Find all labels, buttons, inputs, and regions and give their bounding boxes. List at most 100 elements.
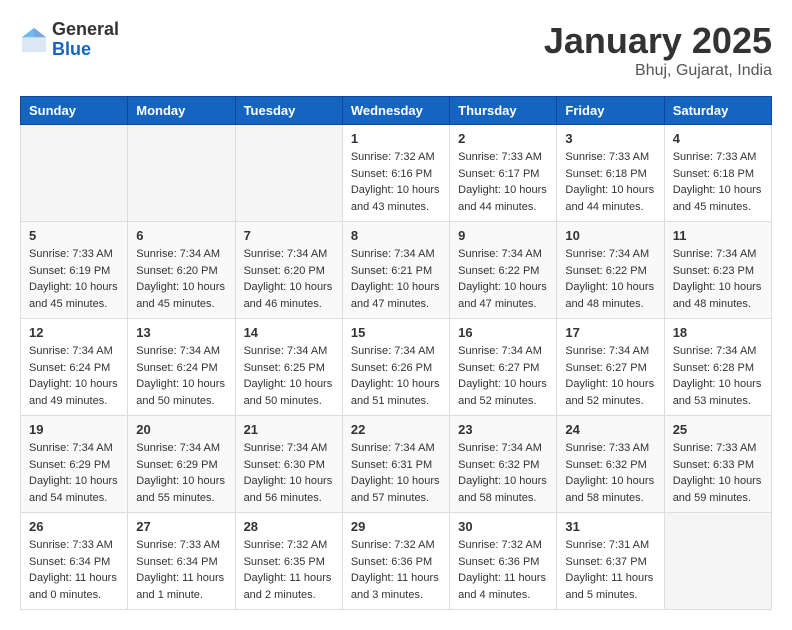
sunrise-text: Sunrise: 7:34 AM: [351, 442, 435, 454]
sunrise-text: Sunrise: 7:32 AM: [351, 151, 435, 163]
calendar-cell: 4 Sunrise: 7:33 AM Sunset: 6:18 PM Dayli…: [664, 125, 771, 222]
day-number: 23: [458, 422, 548, 437]
daylight-text: Daylight: 10 hours and 47 minutes.: [351, 281, 440, 310]
sunset-text: Sunset: 6:19 PM: [29, 265, 110, 277]
day-number: 8: [351, 228, 441, 243]
sunrise-text: Sunrise: 7:33 AM: [565, 151, 649, 163]
sunrise-text: Sunrise: 7:34 AM: [136, 345, 220, 357]
sunrise-text: Sunrise: 7:34 AM: [136, 248, 220, 260]
sunrise-text: Sunrise: 7:33 AM: [458, 151, 542, 163]
sunset-text: Sunset: 6:18 PM: [565, 168, 646, 180]
sunset-text: Sunset: 6:24 PM: [29, 362, 110, 374]
sunrise-text: Sunrise: 7:34 AM: [458, 248, 542, 260]
calendar-cell: 22 Sunrise: 7:34 AM Sunset: 6:31 PM Dayl…: [342, 416, 449, 513]
sunrise-text: Sunrise: 7:33 AM: [29, 248, 113, 260]
daylight-text: Daylight: 10 hours and 50 minutes.: [136, 378, 225, 407]
weekday-header-wednesday: Wednesday: [342, 97, 449, 125]
calendar-cell: 19 Sunrise: 7:34 AM Sunset: 6:29 PM Dayl…: [21, 416, 128, 513]
day-number: 17: [565, 325, 655, 340]
day-number: 3: [565, 131, 655, 146]
sunset-text: Sunset: 6:18 PM: [673, 168, 754, 180]
daylight-text: Daylight: 11 hours and 2 minutes.: [244, 572, 332, 601]
daylight-text: Daylight: 10 hours and 45 minutes.: [136, 281, 225, 310]
sunrise-text: Sunrise: 7:34 AM: [565, 248, 649, 260]
calendar-cell: 15 Sunrise: 7:34 AM Sunset: 6:26 PM Dayl…: [342, 319, 449, 416]
sunrise-text: Sunrise: 7:34 AM: [673, 248, 757, 260]
calendar-cell: 29 Sunrise: 7:32 AM Sunset: 6:36 PM Dayl…: [342, 513, 449, 610]
day-info: Sunrise: 7:31 AM Sunset: 6:37 PM Dayligh…: [565, 537, 655, 603]
calendar-cell: 8 Sunrise: 7:34 AM Sunset: 6:21 PM Dayli…: [342, 222, 449, 319]
sunset-text: Sunset: 6:27 PM: [565, 362, 646, 374]
day-info: Sunrise: 7:34 AM Sunset: 6:24 PM Dayligh…: [136, 343, 226, 409]
day-number: 18: [673, 325, 763, 340]
sunrise-text: Sunrise: 7:33 AM: [136, 539, 220, 551]
calendar-cell: 25 Sunrise: 7:33 AM Sunset: 6:33 PM Dayl…: [664, 416, 771, 513]
sunset-text: Sunset: 6:27 PM: [458, 362, 539, 374]
daylight-text: Daylight: 10 hours and 45 minutes.: [29, 281, 118, 310]
logo-blue-text: Blue: [52, 40, 119, 60]
sunrise-text: Sunrise: 7:33 AM: [29, 539, 113, 551]
day-number: 25: [673, 422, 763, 437]
sunset-text: Sunset: 6:25 PM: [244, 362, 325, 374]
day-number: 29: [351, 519, 441, 534]
calendar-week-row: 1 Sunrise: 7:32 AM Sunset: 6:16 PM Dayli…: [21, 125, 772, 222]
sunrise-text: Sunrise: 7:31 AM: [565, 539, 649, 551]
calendar-cell: [664, 513, 771, 610]
daylight-text: Daylight: 10 hours and 44 minutes.: [458, 184, 547, 213]
calendar-cell: 13 Sunrise: 7:34 AM Sunset: 6:24 PM Dayl…: [128, 319, 235, 416]
day-info: Sunrise: 7:34 AM Sunset: 6:25 PM Dayligh…: [244, 343, 334, 409]
sunrise-text: Sunrise: 7:34 AM: [244, 248, 328, 260]
day-info: Sunrise: 7:34 AM Sunset: 6:31 PM Dayligh…: [351, 440, 441, 506]
calendar-cell: 12 Sunrise: 7:34 AM Sunset: 6:24 PM Dayl…: [21, 319, 128, 416]
day-number: 15: [351, 325, 441, 340]
weekday-header-friday: Friday: [557, 97, 664, 125]
sunrise-text: Sunrise: 7:34 AM: [458, 345, 542, 357]
sunset-text: Sunset: 6:30 PM: [244, 459, 325, 471]
day-info: Sunrise: 7:34 AM Sunset: 6:29 PM Dayligh…: [29, 440, 119, 506]
sunrise-text: Sunrise: 7:34 AM: [244, 345, 328, 357]
sunrise-text: Sunrise: 7:34 AM: [244, 442, 328, 454]
day-number: 27: [136, 519, 226, 534]
day-info: Sunrise: 7:34 AM Sunset: 6:27 PM Dayligh…: [458, 343, 548, 409]
daylight-text: Daylight: 10 hours and 52 minutes.: [458, 378, 547, 407]
calendar-cell: 10 Sunrise: 7:34 AM Sunset: 6:22 PM Dayl…: [557, 222, 664, 319]
sunrise-text: Sunrise: 7:34 AM: [351, 345, 435, 357]
month-title: January 2025: [544, 20, 772, 62]
day-info: Sunrise: 7:32 AM Sunset: 6:35 PM Dayligh…: [244, 537, 334, 603]
day-info: Sunrise: 7:33 AM Sunset: 6:34 PM Dayligh…: [136, 537, 226, 603]
logo-icon: [20, 26, 48, 54]
sunset-text: Sunset: 6:29 PM: [29, 459, 110, 471]
day-info: Sunrise: 7:32 AM Sunset: 6:36 PM Dayligh…: [351, 537, 441, 603]
day-number: 2: [458, 131, 548, 146]
weekday-header-thursday: Thursday: [450, 97, 557, 125]
calendar-table: SundayMondayTuesdayWednesdayThursdayFrid…: [20, 96, 772, 610]
day-number: 6: [136, 228, 226, 243]
day-info: Sunrise: 7:34 AM Sunset: 6:26 PM Dayligh…: [351, 343, 441, 409]
calendar-cell: 24 Sunrise: 7:33 AM Sunset: 6:32 PM Dayl…: [557, 416, 664, 513]
day-number: 16: [458, 325, 548, 340]
calendar-cell: 23 Sunrise: 7:34 AM Sunset: 6:32 PM Dayl…: [450, 416, 557, 513]
sunrise-text: Sunrise: 7:32 AM: [244, 539, 328, 551]
weekday-header-monday: Monday: [128, 97, 235, 125]
daylight-text: Daylight: 11 hours and 1 minute.: [136, 572, 224, 601]
day-number: 4: [673, 131, 763, 146]
sunset-text: Sunset: 6:34 PM: [29, 556, 110, 568]
daylight-text: Daylight: 10 hours and 56 minutes.: [244, 475, 333, 504]
day-number: 28: [244, 519, 334, 534]
logo-general-text: General: [52, 20, 119, 40]
daylight-text: Daylight: 10 hours and 59 minutes.: [673, 475, 762, 504]
daylight-text: Daylight: 10 hours and 49 minutes.: [29, 378, 118, 407]
daylight-text: Daylight: 10 hours and 50 minutes.: [244, 378, 333, 407]
calendar-cell: 9 Sunrise: 7:34 AM Sunset: 6:22 PM Dayli…: [450, 222, 557, 319]
sunset-text: Sunset: 6:28 PM: [673, 362, 754, 374]
calendar-cell: 17 Sunrise: 7:34 AM Sunset: 6:27 PM Dayl…: [557, 319, 664, 416]
day-number: 10: [565, 228, 655, 243]
calendar-cell: 7 Sunrise: 7:34 AM Sunset: 6:20 PM Dayli…: [235, 222, 342, 319]
day-info: Sunrise: 7:33 AM Sunset: 6:32 PM Dayligh…: [565, 440, 655, 506]
sunset-text: Sunset: 6:20 PM: [244, 265, 325, 277]
sunrise-text: Sunrise: 7:34 AM: [136, 442, 220, 454]
calendar-cell: 18 Sunrise: 7:34 AM Sunset: 6:28 PM Dayl…: [664, 319, 771, 416]
daylight-text: Daylight: 10 hours and 48 minutes.: [565, 281, 654, 310]
sunrise-text: Sunrise: 7:33 AM: [565, 442, 649, 454]
sunset-text: Sunset: 6:31 PM: [351, 459, 432, 471]
